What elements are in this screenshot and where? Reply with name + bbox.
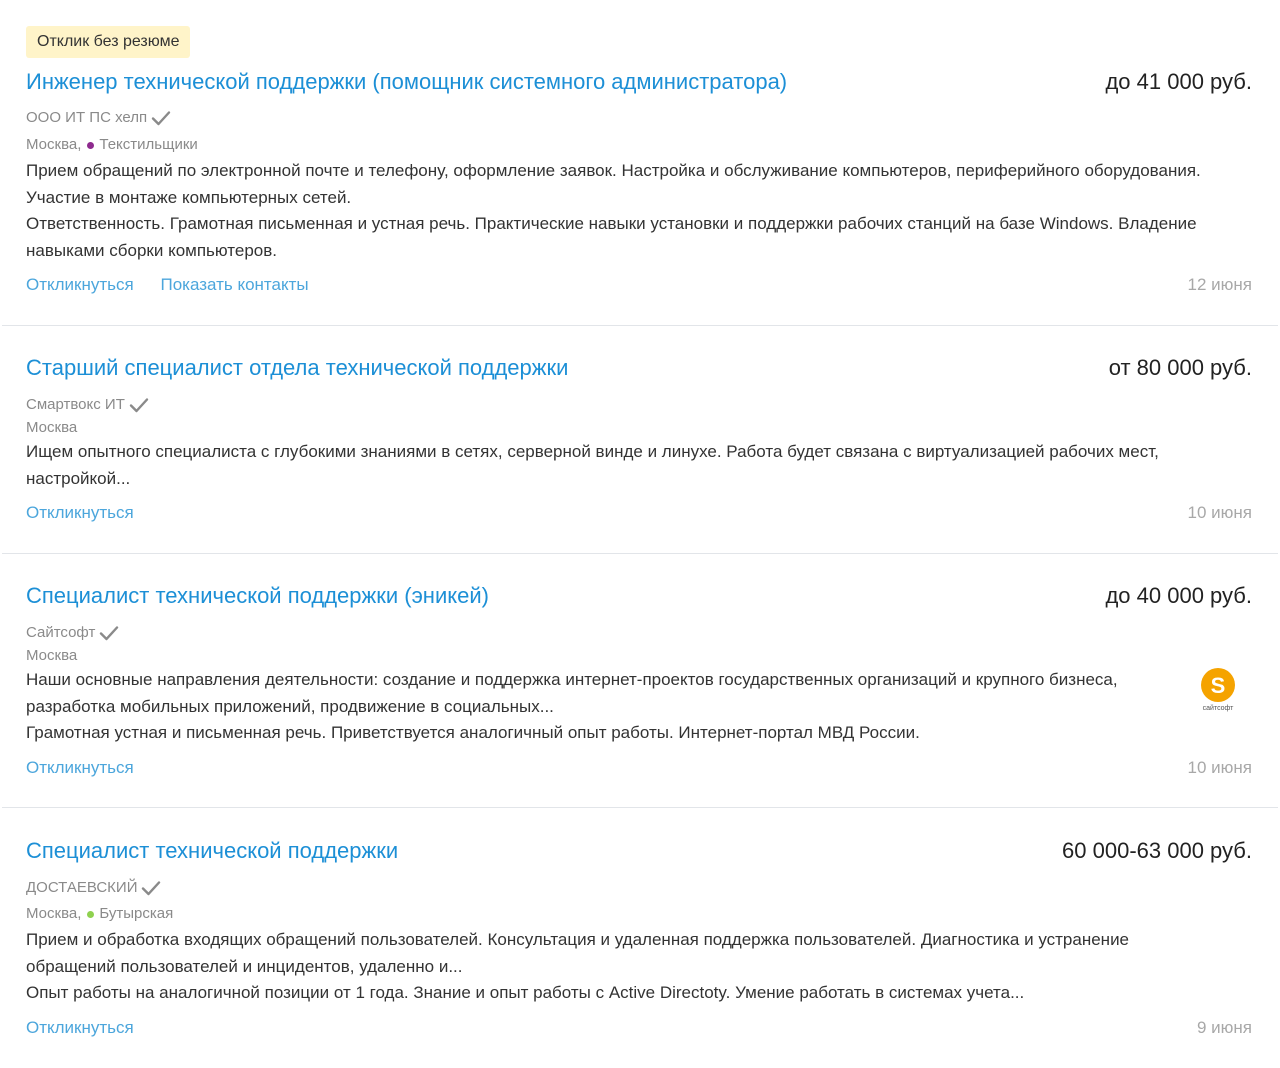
metro-station: Бутырская xyxy=(99,905,174,922)
vacancy-actions: Откликнуться Показать контакты xyxy=(26,274,331,296)
vacancy-description: Ищем опытного специалиста с глубокими зн… xyxy=(26,439,1206,492)
description-requirements: Опыт работы на аналогичной позиции от 1 … xyxy=(26,983,1025,1002)
employer-name-link[interactable]: Сайтсофт xyxy=(26,623,95,643)
respond-link[interactable]: Откликнуться xyxy=(26,275,134,294)
vacancy-actions: Откликнуться xyxy=(26,502,156,524)
employer-name-link[interactable]: Смартвокс ИТ xyxy=(26,395,125,415)
vacancy-list: Отклик без резюме Инженер технической по… xyxy=(0,0,1280,1068)
employer-name-link[interactable]: ООО ИТ ПС хелп xyxy=(26,108,147,128)
vacancy-date: 10 июня xyxy=(1187,503,1252,522)
vacancy-description: Наши основные направления деятельности: … xyxy=(26,667,1176,747)
location: Москва xyxy=(26,646,77,666)
vacancy-title-link[interactable]: Специалист технической поддержки (эникей… xyxy=(26,582,489,610)
saitsoft-logo-icon: S xyxy=(1201,668,1235,702)
no-resume-badge: Отклик без резюме xyxy=(26,26,191,58)
check-icon xyxy=(151,111,171,126)
vacancy-description: Прием обращений по электронной почте и т… xyxy=(26,158,1206,264)
vacancy-actions: Откликнуться xyxy=(26,1017,156,1039)
vacancy-date: 12 июня xyxy=(1187,275,1252,294)
check-icon xyxy=(142,881,161,896)
respond-link[interactable]: Откликнуться xyxy=(26,758,134,777)
metro-line-icon xyxy=(87,141,95,149)
vacancy-salary: до 41 000 руб. xyxy=(1105,69,1252,94)
vacancy-description: Прием и обработка входящих обращений пол… xyxy=(26,927,1206,1007)
logo-caption: сайтсофт xyxy=(1202,705,1234,712)
metro-line-icon xyxy=(87,910,95,918)
vacancy-card: Старший специалист отдела технической по… xyxy=(2,326,1278,554)
vacancy-date: 9 июня xyxy=(1196,1018,1252,1037)
employer: Сайтсофт xyxy=(26,623,119,643)
description-responsibilities: Прием и обработка входящих обращений пол… xyxy=(26,930,1130,976)
city: Москва xyxy=(26,419,78,436)
employer: Смартвокс ИТ xyxy=(26,395,149,415)
vacancy-card: Специалист технической поддержки (эникей… xyxy=(2,554,1278,808)
description-responsibilities: Наши основные направления деятельности: … xyxy=(26,670,1118,716)
city: Москва, xyxy=(26,905,82,922)
company-logo[interactable]: S сайтсофт xyxy=(1198,668,1238,713)
vacancy-card: Отклик без резюме Инженер технической по… xyxy=(2,0,1278,326)
employer-name-link[interactable]: ДОСТАЕВСКИЙ xyxy=(26,878,137,898)
check-icon xyxy=(129,398,149,413)
location: Москва, Бутырская xyxy=(26,904,173,924)
description-requirements: Ответственность. Грамотная письменная и … xyxy=(26,214,1197,260)
city: Москва, xyxy=(26,136,82,153)
description-responsibilities: Ищем опытного специалиста с глубокими зн… xyxy=(26,442,1159,488)
show-contacts-link[interactable]: Показать контакты xyxy=(160,275,308,294)
employer: ДОСТАЕВСКИЙ xyxy=(26,878,161,898)
vacancy-date: 10 июня xyxy=(1187,758,1252,777)
logo-letter-icon: S xyxy=(1211,673,1226,698)
svg-text:S: S xyxy=(1211,673,1226,698)
vacancy-salary: 60 000-63 000 руб. xyxy=(1062,838,1252,863)
vacancy-title-link[interactable]: Инженер технической поддержки (помощник … xyxy=(26,68,787,96)
description-requirements: Грамотная устная и письменная речь. Прив… xyxy=(26,723,920,742)
vacancy-actions: Откликнуться xyxy=(26,757,156,779)
metro-station: Текстильщики xyxy=(99,136,198,153)
vacancy-salary: до 40 000 руб. xyxy=(1105,583,1252,608)
employer: ООО ИТ ПС хелп xyxy=(26,108,171,128)
respond-link[interactable]: Откликнуться xyxy=(26,1018,134,1037)
check-icon xyxy=(100,626,119,641)
description-responsibilities: Прием обращений по электронной почте и т… xyxy=(26,161,1201,207)
respond-link[interactable]: Откликнуться xyxy=(26,503,134,522)
vacancy-card: Специалист технической поддержки 60 000-… xyxy=(2,808,1278,1068)
city: Москва xyxy=(26,647,78,664)
vacancy-title-link[interactable]: Старший специалист отдела технической по… xyxy=(26,354,568,382)
location: Москва, Текстильщики xyxy=(26,135,198,155)
vacancy-salary: от 80 000 руб. xyxy=(1108,355,1252,380)
location: Москва xyxy=(26,418,77,438)
vacancy-title-link[interactable]: Специалист технической поддержки xyxy=(26,837,398,865)
